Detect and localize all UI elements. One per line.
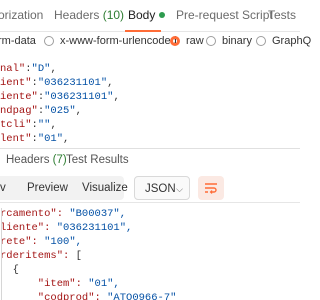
json-value: "036231101" <box>37 77 108 89</box>
tab-body-label: Body <box>128 8 156 22</box>
option-raw-label: raw <box>186 35 204 47</box>
format-select[interactable]: JSON ⌵ <box>134 176 190 200</box>
json-value: "036231101", <box>56 222 133 234</box>
indent-guide <box>1 208 2 300</box>
json-key: liente": <box>0 222 57 234</box>
json-brace: { <box>0 264 19 276</box>
body-type-options: rm-data x-www-form-urlencoded raw binary… <box>0 32 311 54</box>
code-line: { <box>0 264 300 278</box>
code-line: tcli":"", <box>0 119 57 131</box>
chevron-down-icon: ⌵ <box>176 184 183 194</box>
code-line: "item": "01", <box>0 278 300 292</box>
json-value: "ATO0966-7" <box>107 292 177 300</box>
tab-test-results[interactable]: Test Results <box>66 154 129 166</box>
body-status-dot-icon <box>159 12 166 18</box>
tab-body[interactable]: Body <box>128 8 166 22</box>
request-tabs: orization Headers (10) Body Pre-request … <box>0 0 300 32</box>
option-form-data-label: rm-data <box>0 35 36 47</box>
json-value: "01", <box>88 278 120 290</box>
response-toolbar: v Preview Visualize JSON ⌵ <box>0 173 300 203</box>
json-bracket: [ <box>75 250 82 262</box>
code-line: iente":"036231101", <box>0 91 120 103</box>
option-urlencoded[interactable]: x-www-form-urlencoded <box>44 35 177 47</box>
code-line: "codprod": "ATO0966-7" <box>0 292 300 300</box>
json-value: "01" <box>37 133 64 145</box>
tab-headers-label: Headers <box>54 8 100 22</box>
radio-binary-icon[interactable] <box>206 36 216 46</box>
json-value: "025" <box>44 105 76 117</box>
option-form-data[interactable]: rm-data <box>0 35 36 47</box>
view-mode-segmented-control: v Preview Visualize <box>0 176 128 200</box>
code-line: nal":"D", <box>0 63 57 75</box>
wrap-lines-button[interactable] <box>198 176 224 200</box>
option-binary[interactable]: binary <box>206 35 252 47</box>
code-line: ient":"036231101", <box>0 77 114 89</box>
option-graphql[interactable]: GraphQ <box>256 35 311 47</box>
json-key: nal" <box>0 63 26 75</box>
json-key: tcli" <box>0 119 32 131</box>
tab-authorization[interactable]: orization <box>0 8 43 22</box>
json-value: "100", <box>44 236 82 248</box>
json-value: "036231101" <box>44 91 114 103</box>
json-key: "item": <box>0 278 89 290</box>
json-key: "codprod": <box>0 292 108 300</box>
code-line: rderitems": [ <box>0 250 300 264</box>
code-line: rcamento": "B00037", <box>0 208 300 222</box>
json-key: rderitems": <box>0 250 76 262</box>
tab-response-headers-count: (7) <box>52 154 67 166</box>
view-pretty-button[interactable]: v <box>0 176 6 200</box>
code-line: lent":"01", <box>0 133 70 145</box>
view-visualize-button[interactable]: Visualize <box>82 176 128 200</box>
format-select-value: JSON <box>145 183 176 195</box>
option-binary-label: binary <box>222 35 252 47</box>
radio-urlencoded-icon[interactable] <box>44 36 54 46</box>
json-value: "" <box>37 119 51 131</box>
view-preview-button[interactable]: Preview <box>27 176 68 200</box>
tab-prerequest-script[interactable]: Pre-request Script <box>176 8 273 22</box>
json-key: rcamento": <box>0 208 70 220</box>
json-key: iente" <box>0 91 38 103</box>
json-key: ient" <box>0 77 32 89</box>
tab-response-headers-label: Headers <box>6 154 50 166</box>
tab-response-headers[interactable]: Headers (7) <box>6 154 67 166</box>
json-key: ndpag" <box>0 105 38 117</box>
tab-tests[interactable]: Tests <box>268 8 296 22</box>
request-body-editor[interactable]: nal":"D", ient":"036231101", iente":"036… <box>0 62 300 148</box>
option-urlencoded-label: x-www-form-urlencoded <box>60 35 177 47</box>
radio-graphql-icon[interactable] <box>256 36 266 46</box>
response-tabs: Headers (7) Test Results <box>0 150 300 172</box>
json-key: rete": <box>0 236 45 248</box>
option-raw[interactable]: raw <box>170 35 204 47</box>
code-line: rete": "100", <box>0 236 300 250</box>
radio-raw-icon[interactable] <box>170 36 180 46</box>
code-line: ndpag":"025", <box>0 105 82 117</box>
wrap-lines-icon <box>205 183 217 194</box>
json-key: lent" <box>0 133 32 145</box>
json-value: "B00037", <box>69 208 127 220</box>
tab-headers[interactable]: Headers (10) <box>54 8 124 22</box>
response-body-viewer[interactable]: rcamento": "B00037", liente": "036231101… <box>0 208 300 300</box>
code-line: liente": "036231101", <box>0 222 300 236</box>
option-graphql-label: GraphQ <box>272 35 312 47</box>
pane-divider[interactable] <box>0 148 300 149</box>
json-value: "D" <box>31 63 51 75</box>
tab-headers-count: (10) <box>102 8 125 22</box>
